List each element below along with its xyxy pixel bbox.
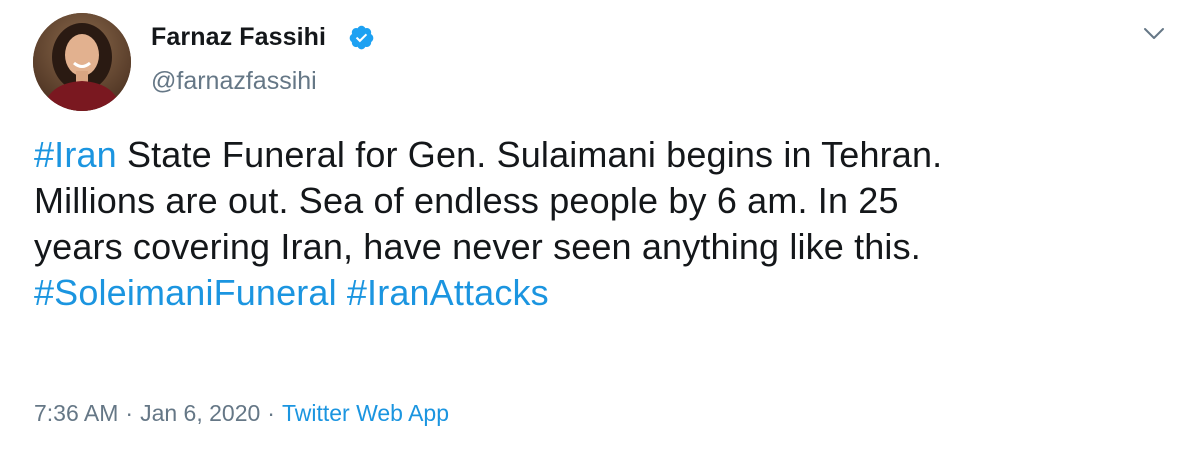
hashtag-link[interactable]: #SoleimaniFuneral (34, 272, 337, 313)
tweet-line-1: #Iran State Funeral for Gen. Sulaimani b… (34, 132, 1184, 178)
avatar[interactable] (33, 13, 131, 111)
tweet-text-segment: years covering Iran, have never seen any… (34, 226, 921, 267)
author-display-name[interactable]: Farnaz Fassihi (151, 23, 326, 52)
author-handle[interactable]: @farnazfassihi (151, 67, 317, 96)
hashtag-link[interactable]: #Iran (34, 134, 117, 175)
tweet-text: #Iran State Funeral for Gen. Sulaimani b… (34, 132, 1184, 316)
tweet-line-2: Millions are out. Sea of endless people … (34, 178, 1184, 224)
verified-badge-icon (349, 25, 374, 50)
tweet-source-link[interactable]: Twitter Web App (282, 400, 449, 426)
hashtag-link[interactable]: #IranAttacks (347, 272, 549, 313)
meta-separator: · (267, 400, 275, 426)
tweet-metadata: 7:36 AM · Jan 6, 2020 · Twitter Web App (34, 400, 449, 427)
chevron-down-icon (1144, 28, 1164, 39)
tweet-date[interactable]: Jan 6, 2020 (140, 400, 260, 426)
tweet-text-segment: State Funeral for Gen. Sulaimani begins … (116, 134, 943, 175)
tweet-line-4: #SoleimaniFuneral #IranAttacks (34, 270, 1184, 316)
tweet-card: Farnaz Fassihi @farnazfassihi #Iran Stat… (0, 0, 1200, 453)
tweet-options-button[interactable] (1136, 20, 1172, 48)
tweet-text-segment: Millions are out. Sea of endless people … (34, 180, 899, 221)
meta-separator: · (125, 400, 134, 426)
tweet-line-3: years covering Iran, have never seen any… (34, 224, 1184, 270)
tweet-time[interactable]: 7:36 AM (34, 400, 118, 426)
